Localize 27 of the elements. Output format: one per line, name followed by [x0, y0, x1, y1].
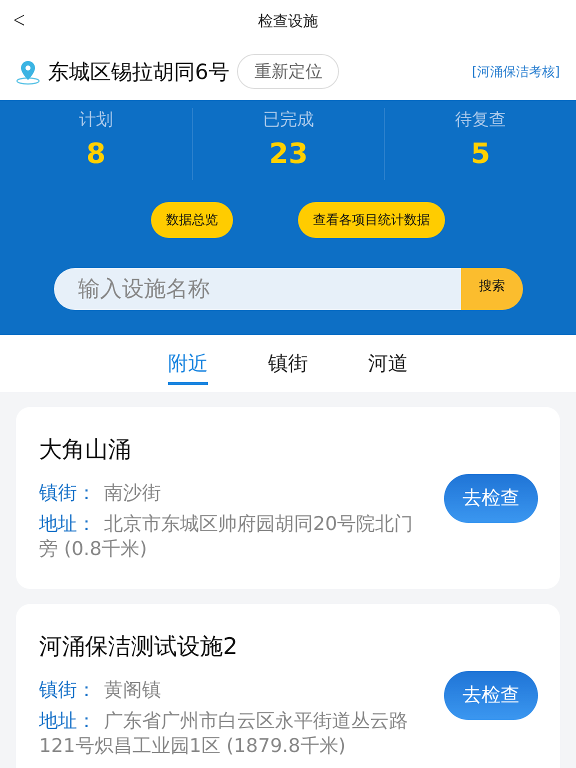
facility-name: 大角山涌	[39, 436, 132, 466]
stat-label: 待复查	[455, 109, 506, 131]
town-line: 镇街： 黄阁镇	[39, 678, 162, 704]
assessment-link[interactable]: [河涌保洁考核]	[472, 62, 560, 80]
current-address: 东城区锡拉胡同6号	[48, 58, 230, 86]
tab[interactable]: 附近	[168, 342, 208, 385]
stat-value: 8	[86, 137, 106, 170]
address-line: 地址： 北京市东城区帅府园胡同20号院北门旁 (0.8千米)	[39, 512, 414, 562]
data-button[interactable]: 数据总览	[151, 202, 233, 238]
address-line: 地址： 广东省广州市白云区永平街道丛云路121号炽昌工业园1区 (1879.8千米)	[39, 709, 409, 759]
town-line: 镇街： 南沙街	[39, 481, 162, 506]
stat-label: 已完成	[263, 109, 314, 131]
stat-value: 23	[269, 137, 308, 170]
data-button[interactable]: 查看各项目统计数据	[298, 202, 445, 238]
search-field[interactable]: 输入设施名称	[54, 268, 461, 310]
relocate-button[interactable]: 重新定位	[237, 54, 340, 89]
page-title: 检查设施	[258, 12, 318, 30]
stat-label: 计划	[79, 109, 113, 131]
back-button[interactable]: <	[12, 10, 26, 32]
facility-name: 河涌保洁测试设施2	[39, 633, 239, 662]
inspect-button[interactable]: 去检查	[444, 474, 538, 522]
tab[interactable]: 河道	[368, 342, 408, 385]
search-button[interactable]: 搜索	[461, 268, 523, 310]
inspect-button[interactable]: 去检查	[444, 670, 538, 720]
location-pin-icon	[16, 58, 40, 84]
tab[interactable]: 镇街	[268, 342, 308, 385]
stat-value: 5	[470, 137, 490, 170]
